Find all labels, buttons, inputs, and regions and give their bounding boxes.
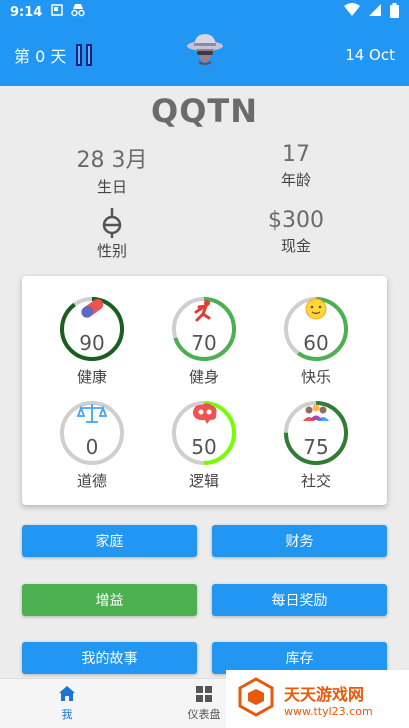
stat-morality[interactable]: 0 道德: [37, 398, 147, 491]
game-date: 14 Oct: [345, 46, 395, 64]
brain-icon: [193, 403, 217, 424]
cash-label: 现金: [280, 237, 311, 255]
signal-icon: [368, 3, 382, 21]
watermark: 天天游戏网 www.ttyl23.com: [226, 670, 409, 728]
social-value: 75: [303, 435, 328, 459]
age-label: 年龄: [280, 171, 311, 189]
day-counter: 第 0 天: [14, 47, 67, 66]
people-icon: [303, 404, 329, 421]
fitness-label: 健身: [188, 368, 219, 386]
avatar-icon[interactable]: [186, 32, 224, 76]
gender-neutral-icon: [12, 208, 212, 238]
nav-me[interactable]: 我: [27, 685, 107, 722]
app-bar: 第 0 天 14 Oct: [0, 24, 409, 86]
finance-button[interactable]: 财务: [212, 525, 387, 557]
smiley-icon: [305, 298, 327, 320]
stat-health[interactable]: 90 健康: [37, 294, 147, 387]
birthday-value: 28 3月: [76, 148, 148, 173]
gender-info: 性别: [12, 208, 212, 261]
gender-label: 性别: [96, 242, 127, 260]
daily-reward-button[interactable]: 每日奖励: [212, 584, 387, 616]
stat-happiness[interactable]: 60 快乐: [261, 294, 371, 387]
wifi-icon: [344, 3, 360, 21]
happiness-value: 60: [303, 331, 328, 355]
stat-social[interactable]: 75 社交: [261, 398, 371, 491]
cash-value: $300: [268, 208, 324, 233]
logic-label: 逻辑: [188, 472, 219, 490]
boost-button[interactable]: 增益: [22, 584, 197, 616]
happiness-label: 快乐: [300, 368, 331, 386]
fitness-value: 70: [191, 331, 216, 355]
birthday-label: 生日: [96, 178, 127, 196]
age-value: 17: [282, 142, 310, 167]
social-label: 社交: [300, 472, 331, 490]
health-value: 90: [79, 331, 104, 355]
stat-logic[interactable]: 50 逻辑: [149, 398, 259, 491]
character-name: QQTN: [150, 92, 258, 130]
battery-icon: [390, 2, 399, 22]
nav-me-label: 我: [61, 708, 73, 721]
incognito-icon: [70, 3, 86, 21]
logic-value: 50: [191, 435, 216, 459]
birthday-info: 28 3月 生日: [12, 142, 212, 197]
stats-card: 90 健康 70 健身 60 快乐 0 道德 50 逻辑 75 社交: [22, 276, 387, 505]
stat-fitness[interactable]: 70 健身: [149, 294, 259, 387]
age-info: 17 年龄: [196, 142, 396, 190]
cash-info: $300 现金: [196, 208, 396, 256]
health-label: 健康: [76, 368, 107, 386]
family-button[interactable]: 家庭: [22, 525, 197, 557]
home-icon: [27, 685, 107, 703]
my-story-button[interactable]: 我的故事: [22, 642, 197, 674]
watermark-url: www.ttyl23.com: [284, 704, 373, 718]
status-time: 9:14: [10, 4, 43, 20]
watermark-title: 天天游戏网: [284, 684, 365, 704]
morality-label: 道德: [76, 472, 107, 490]
morality-value: 0: [86, 435, 99, 459]
notification-icon: [50, 3, 64, 21]
status-bar: 9:14: [0, 0, 409, 24]
pause-button[interactable]: [76, 44, 93, 66]
watermark-logo-icon: [236, 677, 276, 721]
running-icon: [194, 300, 211, 322]
